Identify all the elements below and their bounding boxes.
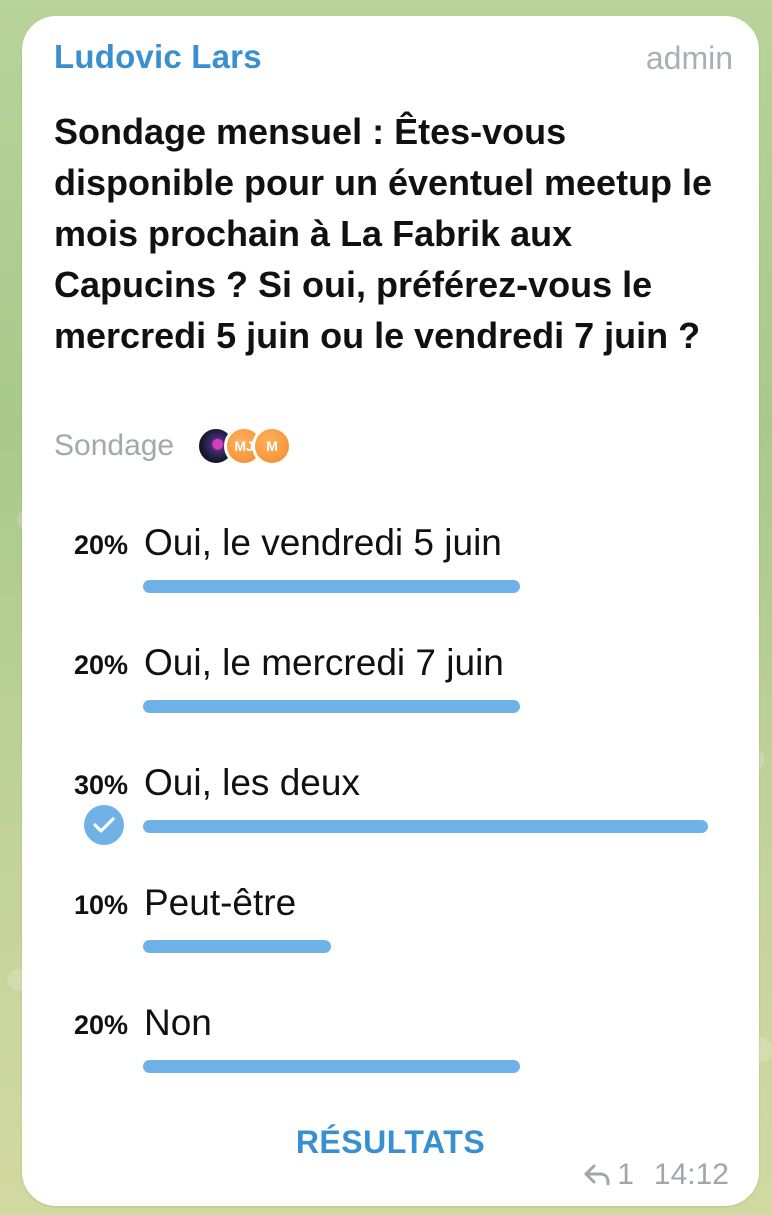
- poll-option[interactable]: 20% Non: [22, 1002, 759, 1102]
- option-percent: 20%: [73, 650, 128, 680]
- option-percent: 10%: [73, 890, 128, 920]
- option-label: Oui, les deux: [144, 762, 360, 803]
- option-percent: 30%: [73, 770, 128, 800]
- option-result-bar: [143, 820, 708, 833]
- sender-name[interactable]: Ludovic Lars: [54, 38, 262, 76]
- poll-option[interactable]: 10% Peut-être: [22, 882, 759, 982]
- option-label: Oui, le vendredi 5 juin: [144, 522, 502, 563]
- poll-option[interactable]: 20% Oui, le mercredi 7 juin: [22, 642, 759, 742]
- poll-meta: Sondage MJ M: [54, 426, 293, 466]
- results-button[interactable]: RÉSULTATS: [22, 1124, 759, 1161]
- poll-type-label: Sondage: [54, 429, 175, 462]
- message-time: 14:12: [653, 1158, 729, 1191]
- option-percent: 20%: [73, 530, 128, 560]
- option-label: Oui, le mercredi 7 juin: [144, 642, 504, 683]
- option-label: Non: [144, 1002, 212, 1043]
- check-circle-icon: [84, 805, 124, 845]
- option-result-bar: [143, 1060, 520, 1073]
- message-footer: 1 14:12: [583, 1158, 729, 1192]
- option-result-bar: [143, 580, 520, 593]
- option-result-bar: [143, 940, 331, 953]
- reply-count[interactable]: 1: [617, 1158, 634, 1192]
- reply-arrow-icon[interactable]: [583, 1163, 611, 1187]
- sender-role-badge: admin: [645, 40, 733, 76]
- poll-question: Sondage mensuel : Êtes-vous disponible p…: [54, 111, 713, 356]
- option-result-bar: [143, 700, 520, 713]
- poll-message-bubble[interactable]: Ludovic Lars admin Sondage mensuel : Ête…: [22, 16, 759, 1206]
- poll-option[interactable]: 30% Oui, les deux: [22, 762, 759, 862]
- recent-voters[interactable]: MJ M: [196, 426, 293, 466]
- poll-option[interactable]: 20% Oui, le vendredi 5 juin: [22, 522, 759, 622]
- option-label: Peut-être: [144, 882, 297, 923]
- voter-avatar: M: [252, 426, 293, 466]
- option-percent: 20%: [73, 1010, 128, 1040]
